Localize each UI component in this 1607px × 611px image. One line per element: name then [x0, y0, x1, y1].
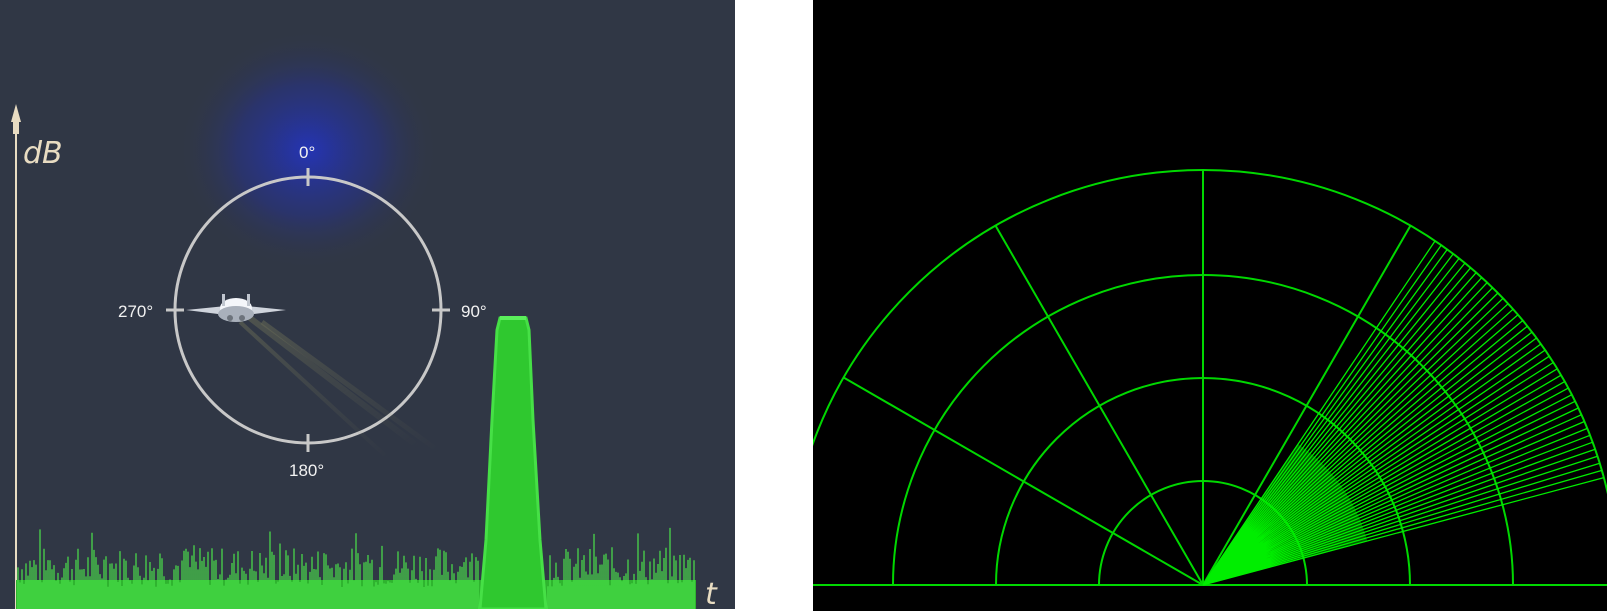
- radar-panel: [813, 0, 1607, 611]
- compass-label-south: 180°: [289, 461, 324, 480]
- compass-label-east: 90°: [461, 302, 487, 321]
- range-rings: [813, 169, 1607, 586]
- radar-illustration: dB 0° 90° 180° 270° t: [0, 0, 1607, 611]
- y-axis-label: dB: [23, 136, 63, 171]
- compass-label-north: 0°: [299, 143, 315, 162]
- compass-label-west: 270°: [118, 302, 153, 321]
- y-axis-arrow-icon: [11, 104, 21, 134]
- spoke-150: [843, 376, 1204, 586]
- echo-pulse: [478, 316, 548, 609]
- x-axis-label: t: [705, 577, 718, 609]
- signal-panel: dB 0° 90° 180° 270° t: [0, 0, 735, 609]
- aircraft-icon: [186, 294, 286, 322]
- noise-floor: [16, 527, 696, 609]
- noise-spikes: [17, 527, 695, 609]
- radar-scope: [813, 169, 1607, 586]
- signal-diagram: dB 0° 90° 180° 270° t: [11, 30, 718, 609]
- spoke-120: [994, 225, 1204, 586]
